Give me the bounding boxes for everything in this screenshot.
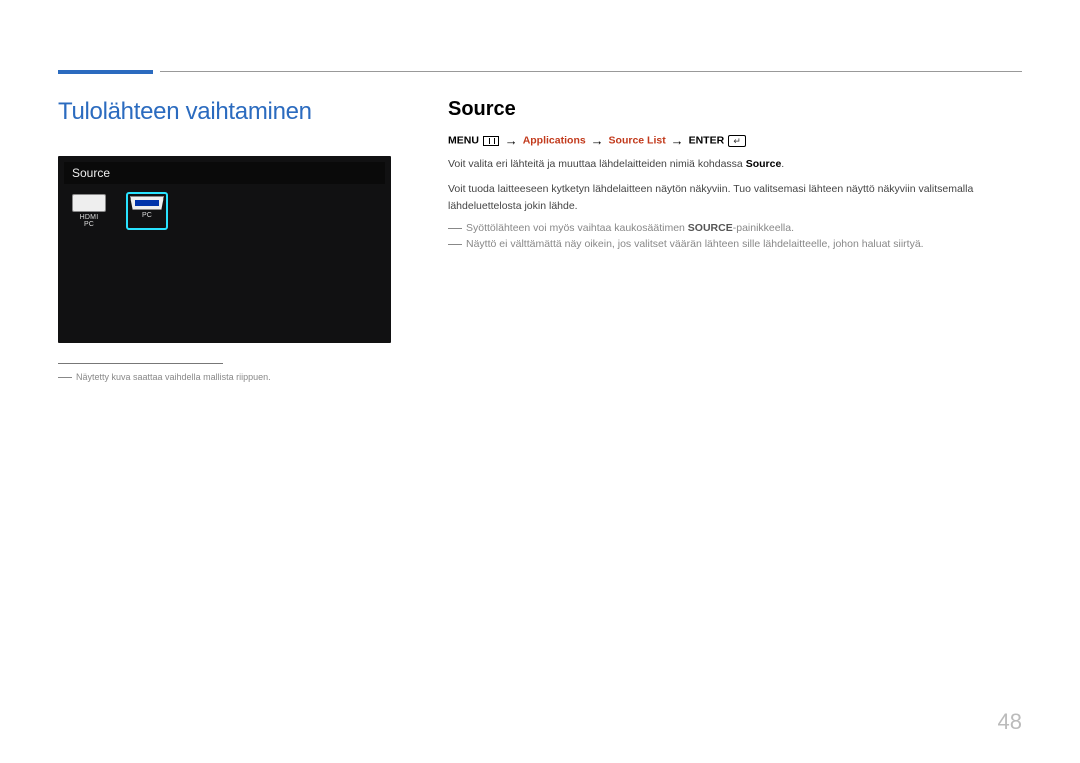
top-divider xyxy=(160,71,1022,72)
source-label-hdmi: HDMI PC xyxy=(80,214,99,228)
source-row: HDMI PC PC xyxy=(72,194,166,228)
arrow-icon: → xyxy=(589,133,606,148)
p1-text-a: Voit valita eri lähteitä ja muuttaa lähd… xyxy=(448,158,746,170)
path-source-list: Source List xyxy=(609,134,666,146)
note-2: Näyttö ei välttämättä näy oikein, jos va… xyxy=(448,238,1022,250)
right-column: Source MENU → Applications → Source List… xyxy=(448,98,1022,382)
section-title: Tulolähteen vaihtaminen xyxy=(58,98,408,126)
dash-icon xyxy=(448,244,462,245)
enter-icon xyxy=(728,135,746,147)
footnote-text: Näytetty kuva saattaa vaihdella mallista… xyxy=(58,372,408,382)
path-applications: Applications xyxy=(523,134,586,146)
arrow-icon: → xyxy=(669,133,686,148)
left-column: Tulolähteen vaihtaminen Source HDMI PC P… xyxy=(58,98,408,382)
p1-text-c: . xyxy=(781,158,784,170)
p1-bold: Source xyxy=(746,158,782,170)
footnote-label: Näytetty kuva saattaa vaihdella mallista… xyxy=(76,372,271,382)
paragraph-1: Voit valita eri lähteitä ja muuttaa lähd… xyxy=(448,156,1022,173)
source-item-hdmi: HDMI PC xyxy=(72,194,106,228)
right-heading: Source xyxy=(448,98,1022,121)
n2-text: Näyttö ei välttämättä näy oikein, jos va… xyxy=(466,238,924,250)
dash-icon xyxy=(58,377,72,378)
source-item-pc: PC xyxy=(128,194,166,228)
arrow-icon: → xyxy=(503,133,520,148)
dash-icon xyxy=(448,228,462,229)
source-screenshot: Source HDMI PC PC xyxy=(58,156,391,343)
menu-icon xyxy=(483,136,499,146)
paragraph-2: Voit tuoda laitteeseen kytketyn lähdelai… xyxy=(448,181,1022,215)
path-menu: MENU xyxy=(448,134,479,146)
path-enter: ENTER xyxy=(689,134,725,146)
menu-path: MENU → Applications → Source List → ENTE… xyxy=(448,133,1022,148)
footnote-rule xyxy=(58,363,223,364)
accent-bar xyxy=(58,70,153,74)
screenshot-header: Source xyxy=(64,162,385,184)
n1-c: -painikkeella. xyxy=(733,222,794,234)
hdmi-port-icon xyxy=(72,194,106,212)
n1-bold: SOURCE xyxy=(688,222,733,234)
n1-a: Syöttölähteen voi myös vaihtaa kaukosäät… xyxy=(466,222,688,234)
note-1: Syöttölähteen voi myös vaihtaa kaukosäät… xyxy=(448,222,1022,234)
pc-port-icon xyxy=(130,196,164,210)
source-label-pc: PC xyxy=(142,212,152,219)
page-number: 48 xyxy=(998,709,1022,735)
page-columns: Tulolähteen vaihtaminen Source HDMI PC P… xyxy=(58,98,1022,382)
